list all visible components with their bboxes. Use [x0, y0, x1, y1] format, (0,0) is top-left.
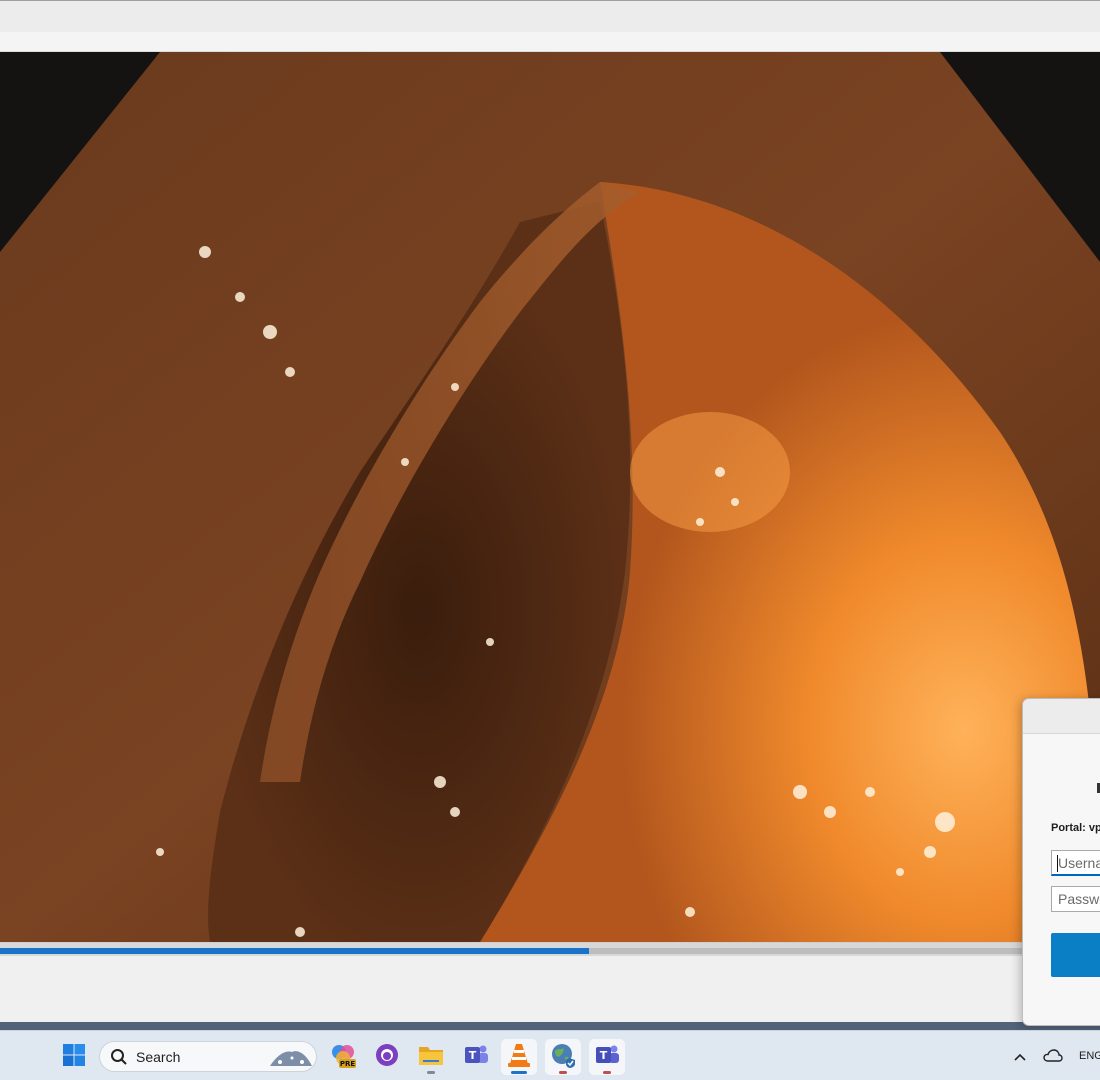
svg-text:T: T [600, 1049, 608, 1062]
seek-bar[interactable] [0, 942, 1100, 956]
vpn-globe-button[interactable] [545, 1039, 581, 1075]
username-field[interactable] [1051, 850, 1100, 876]
teams-icon: T [594, 1043, 620, 1072]
taskbar: Search PRE T T ENG [0, 1030, 1100, 1080]
teams-classic-icon: T [463, 1043, 489, 1072]
search-highlight-icon [268, 1046, 314, 1073]
seek-progress [0, 948, 589, 954]
vpn-login-dialog: Portal: vp [1022, 698, 1100, 1026]
file-explorer-icon [418, 1044, 444, 1071]
player-controls-area [0, 956, 1100, 1022]
svg-text:PRE: PRE [340, 1060, 356, 1068]
svg-text:T: T [469, 1049, 477, 1062]
github-desktop-icon [375, 1043, 399, 1072]
portal-label: Portal: vp [1051, 822, 1100, 834]
vpn-globe-icon [550, 1042, 576, 1073]
teams-button[interactable]: T [589, 1039, 625, 1075]
password-field[interactable] [1051, 886, 1100, 912]
start-icon [62, 1043, 86, 1072]
start-button[interactable] [56, 1039, 92, 1075]
show-hidden-icons-chevron-icon[interactable] [1013, 1049, 1027, 1067]
tray-language-indicator[interactable]: ENG [1079, 1050, 1100, 1062]
seek-track[interactable] [0, 948, 1100, 954]
file-explorer-button[interactable] [413, 1039, 449, 1075]
dialog-title-bar[interactable] [1023, 699, 1100, 734]
vlc-button[interactable] [501, 1039, 537, 1075]
window-menu-bar [0, 32, 1100, 52]
text-caret [1057, 855, 1058, 872]
desktop-background-strip [0, 1022, 1100, 1030]
teams-classic-button[interactable]: T [458, 1039, 494, 1075]
vlc-icon [507, 1042, 531, 1073]
onedrive-cloud-icon[interactable] [1043, 1048, 1063, 1067]
search-icon [110, 1048, 128, 1071]
endoscopy-video-image [0, 52, 1100, 942]
github-desktop-button[interactable] [369, 1039, 405, 1075]
copilot-pre-icon: PRE [330, 1042, 356, 1073]
video-frame[interactable] [0, 52, 1100, 942]
connect-button[interactable] [1051, 933, 1100, 977]
taskbar-search[interactable]: Search [99, 1041, 317, 1072]
window-title-bar [0, 0, 1100, 32]
search-label: Search [136, 1049, 181, 1065]
copilot-pre-button[interactable]: PRE [325, 1039, 361, 1075]
